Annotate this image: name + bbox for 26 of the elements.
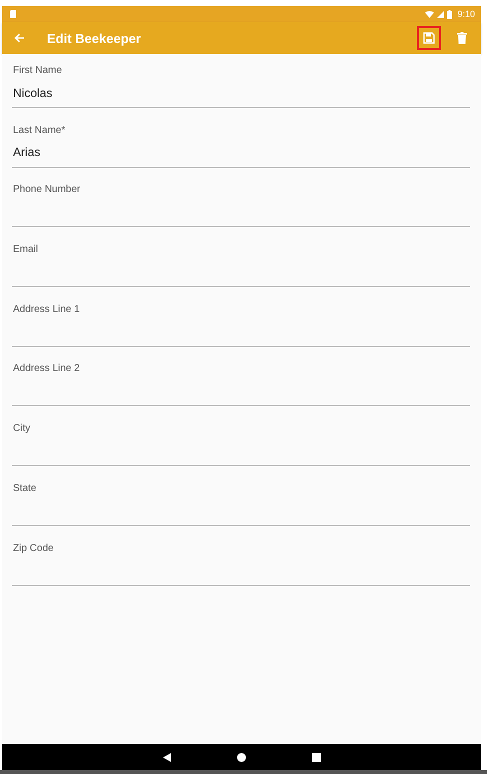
signal-icon [437, 10, 444, 18]
status-time: 9:10 [457, 9, 475, 19]
trash-icon [457, 32, 467, 44]
field-label: First Name [13, 65, 63, 77]
save-button[interactable] [417, 26, 441, 50]
field-label: Phone Number [13, 184, 82, 196]
field-label: Email [13, 244, 40, 256]
square-icon [312, 752, 320, 762]
battery-icon [447, 10, 452, 18]
back-arrow-icon [14, 33, 25, 43]
field-label: State [13, 482, 38, 495]
input-field[interactable]: Nicolas [12, 85, 470, 108]
circle-icon [236, 752, 246, 762]
field-label: City [13, 423, 32, 436]
back-nav-button[interactable] [160, 750, 172, 764]
field-label: Address Line 2 [13, 363, 81, 376]
field-label: Last Name* [13, 124, 66, 137]
triangle-icon [162, 752, 170, 762]
field-label: Address Line 1 [13, 304, 81, 316]
input-field[interactable]: Arias [12, 144, 470, 168]
screen-title: Edit Beekeeper [47, 30, 141, 46]
field-label: Zip Code [13, 542, 55, 554]
home-button[interactable] [234, 750, 248, 764]
wifi-icon [425, 10, 434, 18]
recents-button[interactable] [310, 750, 322, 764]
sd-card-icon [10, 10, 17, 18]
